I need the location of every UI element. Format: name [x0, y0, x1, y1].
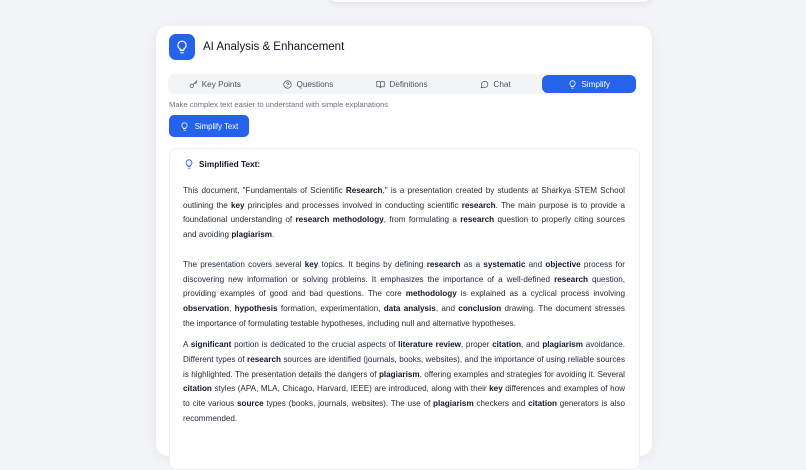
highlighted-term: systematic	[483, 259, 526, 269]
highlighted-term: data analysis	[383, 303, 436, 313]
highlighted-term: key	[489, 384, 503, 394]
text-segment: principles and processes involved in con…	[244, 200, 462, 210]
highlighted-term: research	[554, 274, 588, 284]
highlighted-term: key	[304, 259, 319, 269]
panel-title: AI Analysis & Enhancement	[203, 41, 345, 53]
highlighted-term: citation	[183, 384, 212, 394]
tab-definitions[interactable]: Definitions	[355, 75, 449, 93]
highlighted-term: research	[247, 355, 281, 365]
highlighted-term: source	[236, 399, 264, 409]
book-icon	[376, 80, 385, 88]
highlighted-term: research	[461, 200, 496, 210]
highlighted-term: research	[426, 259, 461, 269]
help-circle-icon	[283, 79, 293, 89]
lightbulb-icon	[569, 79, 576, 89]
key-icon	[189, 79, 197, 88]
tab-questions[interactable]: Questions	[262, 75, 356, 93]
highlighted-term: observation	[183, 303, 230, 313]
top-card	[327, 0, 653, 2]
tab-label: Chat	[493, 79, 511, 89]
tab-label: Definitions	[389, 79, 428, 89]
simplified-result-card: Simplified Text: This document, "Fundame…	[169, 148, 640, 470]
tab-label: Simplify	[581, 79, 610, 89]
tab-simplify[interactable]: Simplify	[542, 75, 636, 93]
highlighted-term: citation	[492, 340, 522, 350]
text-segment: , and	[435, 303, 459, 313]
simplify-button-label: Simplify Text	[194, 121, 239, 131]
text-segment: as a	[460, 259, 484, 269]
paragraph: A significant portion is dedicated to th…	[183, 338, 625, 426]
paragraph: This document, "Fundamentals of Scientif…	[183, 184, 625, 243]
highlighted-term: plagiarism	[231, 230, 272, 240]
text-segment: A	[183, 340, 191, 350]
highlighted-term: key	[230, 200, 245, 210]
tab-chat[interactable]: Chat	[449, 75, 543, 93]
tab-label: Key Points	[201, 79, 241, 89]
text-segment: and	[525, 259, 546, 269]
highlighted-term: hypothesis	[234, 303, 278, 313]
highlighted-term: significant	[190, 340, 232, 350]
result-header: Simplified Text:	[184, 159, 260, 169]
text-segment: styles (APA, MLA, Chicago, Harvard, IEEE…	[211, 384, 490, 394]
lightbulb-icon	[181, 121, 188, 131]
text-segment: topics. It begins by defining	[318, 259, 427, 269]
paragraph: The presentation covers several key topi…	[183, 258, 625, 332]
highlighted-term: methodology	[405, 289, 457, 299]
tab-label: Questions	[296, 79, 334, 89]
highlighted-term: literature review	[398, 340, 461, 350]
highlighted-term: plagiarism	[378, 369, 420, 379]
text-segment: , proper	[460, 340, 493, 350]
text-segment: , from formulating a	[383, 215, 461, 225]
text-segment: formation, experimentation,	[277, 303, 384, 313]
chat-icon	[481, 80, 489, 88]
text-segment: This document, "Fundamentals of Scientif…	[183, 186, 346, 195]
text-segment: , and	[521, 340, 543, 350]
simplify-text-button[interactable]: Simplify Text	[169, 115, 249, 137]
lightbulb-icon	[185, 159, 193, 169]
analysis-tabs: Key Points Questions Definitions Chat Si…	[168, 74, 636, 94]
text-segment: , offering examples and strategies for a…	[419, 369, 625, 379]
text-segment: The presentation covers several	[183, 259, 305, 269]
simplified-text-body: This document, "Fundamentals of Scientif…	[183, 184, 625, 427]
ai-analysis-panel: AI Analysis & Enhancement Key Points Que…	[156, 26, 652, 470]
lightbulb-icon	[169, 34, 195, 60]
text-segment: .	[272, 230, 275, 240]
highlighted-term: objective	[545, 259, 581, 269]
highlighted-term: plagiarism	[542, 340, 583, 350]
text-segment: is explained as a cyclical process invol…	[456, 289, 625, 299]
text-segment: checkers and	[473, 399, 529, 409]
text-segment: portion is dedicated to the crucial aspe…	[231, 340, 399, 350]
tab-key-points[interactable]: Key Points	[168, 75, 262, 93]
highlighted-term: research methodology	[295, 215, 384, 225]
result-title: Simplified Text:	[199, 159, 261, 169]
highlighted-term: Research	[345, 186, 383, 195]
simplify-hint: Make complex text easier to understand w…	[169, 100, 389, 109]
highlighted-term: research	[460, 215, 495, 225]
highlighted-term: citation	[528, 399, 558, 409]
highlighted-term: conclusion	[458, 303, 502, 313]
highlighted-term: plagiarism	[433, 399, 474, 409]
panel-header: AI Analysis & Enhancement	[169, 34, 344, 60]
text-segment: types (books, journals, websites). The u…	[263, 399, 434, 409]
